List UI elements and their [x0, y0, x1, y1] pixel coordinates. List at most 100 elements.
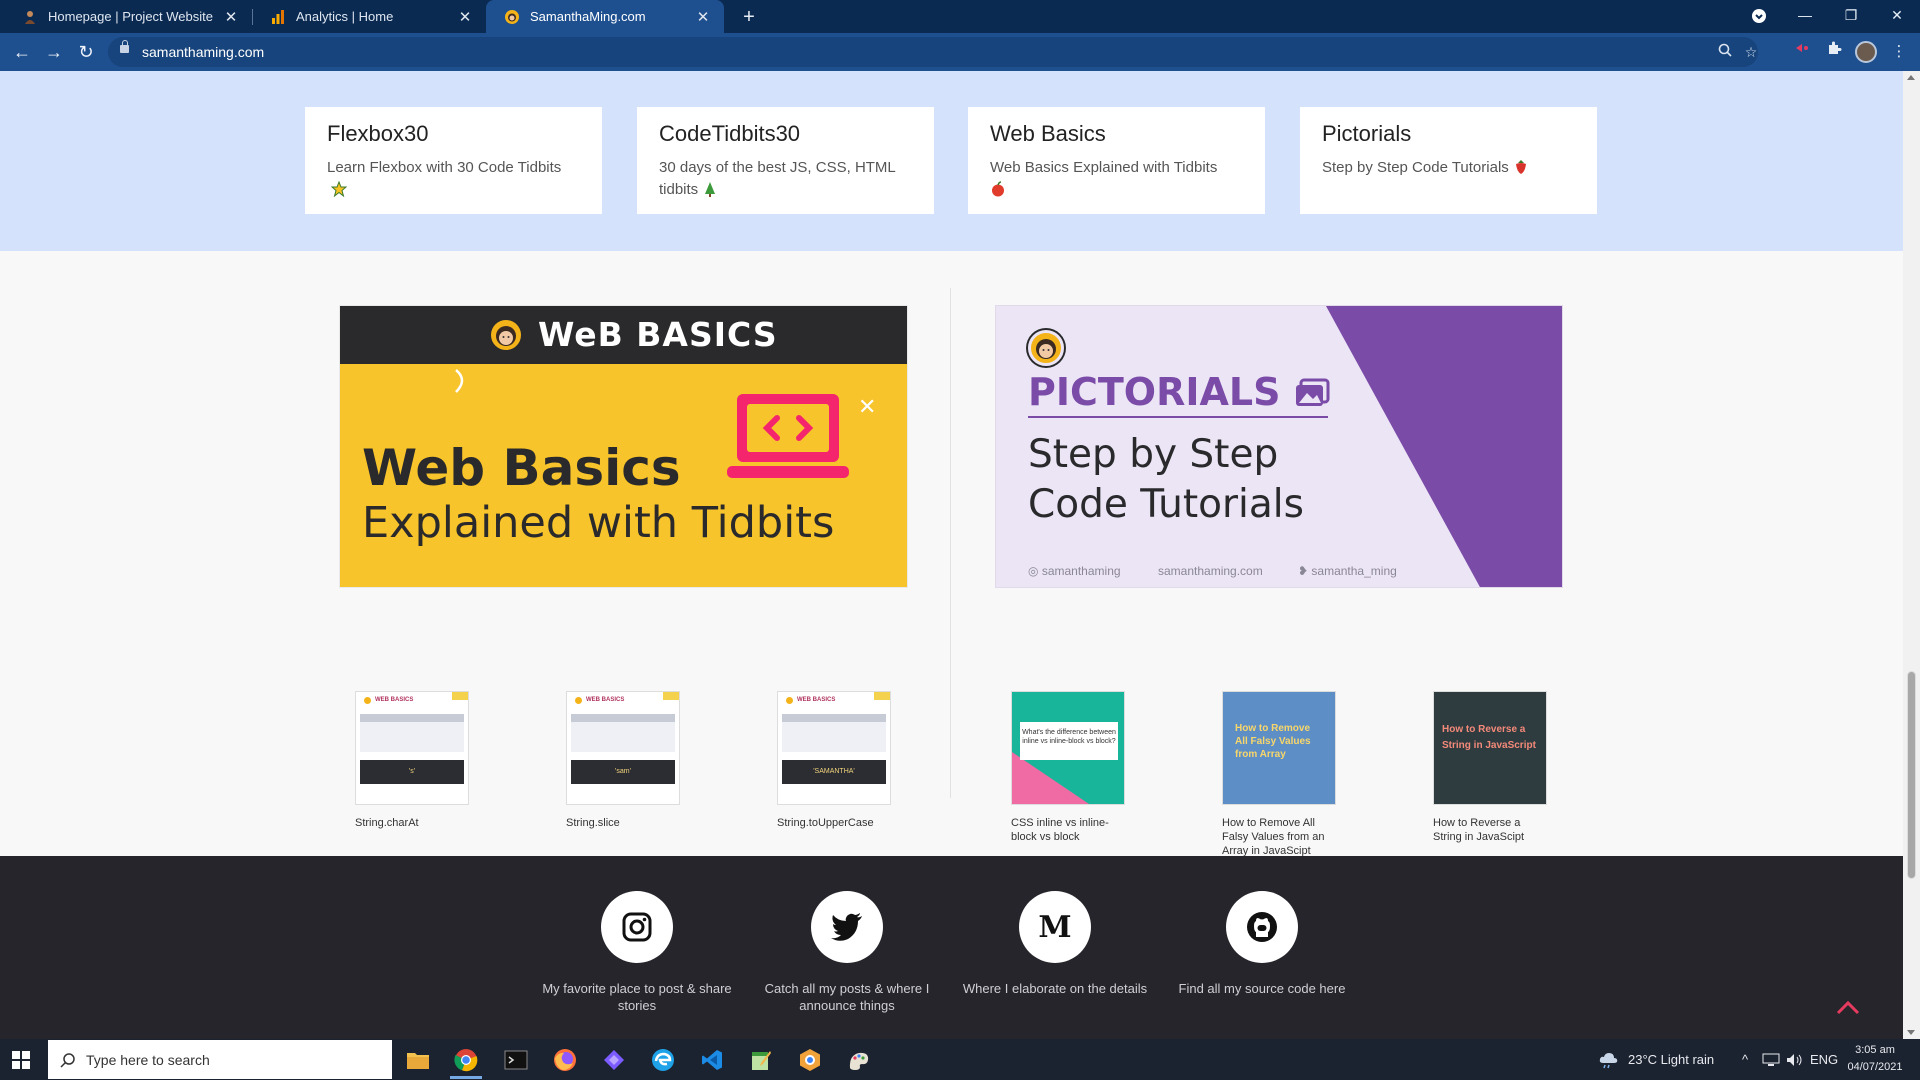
tab-homepage[interactable]: Homepage | Project Website ✕ [4, 0, 252, 33]
taskbar-clock[interactable]: 3:05 am 04/07/2021 [1840, 1042, 1910, 1076]
social-github[interactable]: Find all my source code here [1162, 891, 1362, 997]
social-caption: Find all my source code here [1178, 981, 1346, 996]
thumb-css-inline-block[interactable]: What's the difference between inline vs … [1011, 691, 1125, 805]
thumb-output: 'sam' [571, 760, 675, 784]
thumb-label[interactable]: How to Reverse a String in JavaScipt [1433, 816, 1551, 844]
thumb-code [360, 714, 464, 752]
tab-analytics[interactable]: Analytics | Home ✕ [252, 0, 486, 33]
strawberry-icon [1515, 160, 1526, 174]
section-divider [950, 288, 951, 798]
series-card-flexbox30[interactable]: Flexbox30 Learn Flexbox with 30 Code Tid… [305, 107, 602, 214]
thumb-corner [874, 692, 890, 700]
thumb-code [782, 714, 886, 752]
edge-icon[interactable] [643, 1044, 683, 1076]
thumb-reverse-string[interactable]: How to Reverse a String in JavaScript [1433, 691, 1547, 805]
thumb-label[interactable]: String.slice [566, 816, 680, 830]
rain-cloud-icon [1599, 1052, 1618, 1068]
zoom-icon[interactable] [1714, 42, 1736, 62]
back-button[interactable]: ← [8, 38, 36, 66]
search-placeholder: Type here to search [86, 1051, 210, 1068]
thumb-remove-falsy[interactable]: How to Remove All Falsy Values from Arra… [1222, 691, 1336, 805]
pictorials-sub-line1: Step by Step [1028, 432, 1279, 477]
reload-button[interactable]: ↻ [72, 38, 100, 66]
analytics-icon [270, 9, 286, 25]
firefox-icon[interactable] [545, 1044, 585, 1076]
chrome-icon[interactable] [446, 1044, 486, 1079]
series-card-codetidbits30[interactable]: CodeTidbits30 30 days of the best JS, CS… [637, 107, 934, 214]
terminal-icon[interactable] [496, 1044, 536, 1076]
bookmark-star-icon[interactable]: ☆ [1740, 42, 1762, 62]
laptop-code-icon [727, 392, 849, 497]
medium-icon[interactable]: M [1019, 891, 1091, 963]
close-icon[interactable]: ✕ [222, 8, 240, 26]
image-gallery-icon [1295, 378, 1330, 406]
network-icon[interactable] [1762, 1039, 1780, 1080]
close-icon[interactable]: ✕ [456, 8, 474, 26]
restore-button[interactable]: ❐ [1828, 0, 1874, 33]
series-title: Web Basics [990, 121, 1106, 146]
profile-dropdown-icon[interactable] [1736, 0, 1782, 33]
twitter-icon[interactable] [811, 891, 883, 963]
browser-toolbar: ← → ↻ samanthaming.com ☆ ⋮ [0, 33, 1920, 71]
taskbar-search-input[interactable]: Type here to search [48, 1040, 392, 1079]
tree-icon [705, 182, 716, 197]
volume-icon[interactable] [1786, 1039, 1804, 1080]
profile-avatar[interactable] [1855, 41, 1877, 63]
thumb-text: How to Reverse a String in JavaScript [1442, 724, 1536, 751]
instagram-icon: ◎ [1028, 564, 1039, 578]
forward-button[interactable]: → [40, 38, 68, 66]
scroll-down-arrow-icon[interactable] [1907, 1030, 1915, 1035]
web-basics-headline: Web Basics [362, 439, 681, 497]
close-window-button[interactable]: ✕ [1874, 0, 1920, 33]
vscode-icon[interactable] [692, 1044, 732, 1076]
social-instagram[interactable]: My favorite place to post & share storie… [537, 891, 737, 1014]
paint-icon[interactable] [839, 1044, 879, 1076]
tray-overflow-icon[interactable]: ^ [1742, 1039, 1748, 1080]
thumb-label[interactable]: CSS inline vs inline-block vs block [1011, 816, 1111, 844]
series-desc: Web Basics Explained with Tidbits [990, 159, 1218, 176]
menu-kebab-icon[interactable]: ⋮ [1887, 40, 1911, 64]
thumb-artwork [1012, 722, 1118, 804]
lock-icon [120, 40, 129, 53]
back-to-top-icon[interactable] [1836, 996, 1860, 1020]
series-card-pictorials[interactable]: Pictorials Step by Step Code Tutorials [1300, 107, 1597, 214]
thumb-label[interactable]: String.charAt [355, 816, 469, 830]
series-title: CodeTidbits30 [659, 121, 801, 146]
tab-title: Homepage | Project Website [48, 9, 213, 24]
windows-start-icon[interactable] [12, 1051, 30, 1069]
thumb-label[interactable]: How to Remove All Falsy Values from an A… [1222, 816, 1326, 858]
github-icon[interactable] [1226, 891, 1298, 963]
scrollbar-thumb[interactable] [1907, 671, 1916, 879]
app-hexagon-icon[interactable] [790, 1044, 830, 1076]
notepad-icon[interactable] [741, 1044, 781, 1076]
pictorials-banner[interactable]: PICTORIALS Step by Step Code Tutorials ◎… [995, 305, 1563, 588]
minimize-button[interactable]: — [1782, 0, 1828, 33]
puzzle-icon[interactable] [1822, 40, 1846, 64]
thumb-string-touppercase[interactable]: WEB BASICS 'SAMANTHA' [777, 691, 891, 805]
thumb-corner [663, 692, 679, 700]
close-icon[interactable]: ✕ [694, 8, 712, 26]
page-scrollbar[interactable] [1903, 71, 1920, 1039]
social-medium[interactable]: M Where I elaborate on the details [955, 891, 1155, 997]
web-basics-banner[interactable]: WeB BASICS ✕ Web Basics Explained with T… [339, 305, 908, 588]
thumb-label[interactable]: String.toUpperCase [777, 816, 891, 830]
web-basics-logo-text: WeB BASICS [538, 315, 778, 354]
new-tab-button[interactable]: + [736, 4, 762, 30]
address-bar[interactable]: samanthaming.com ☆ [108, 37, 1758, 67]
tab-samanthaming[interactable]: SamanthaMing.com ✕ [486, 0, 724, 33]
weather-text: 23°C Light rain [1628, 1052, 1715, 1067]
social-twitter[interactable]: Catch all my posts & where I announce th… [747, 891, 947, 1014]
series-card-web-basics[interactable]: Web Basics Web Basics Explained with Tid… [968, 107, 1265, 214]
instagram-icon[interactable] [601, 891, 673, 963]
thumb-string-slice[interactable]: WEB BASICS 'sam' [566, 691, 680, 805]
thumb-string-charat[interactable]: WEB BASICS 's' [355, 691, 469, 805]
weather-widget[interactable]: 23°C Light rain [1598, 1039, 1714, 1080]
scroll-up-arrow-icon[interactable] [1907, 75, 1915, 80]
series-desc: Learn Flexbox with 30 Code Tidbits [327, 159, 562, 176]
tab-title: SamanthaMing.com [530, 9, 646, 24]
file-explorer-icon[interactable] [398, 1044, 438, 1076]
extension-icon[interactable] [1790, 40, 1814, 64]
social-caption: My favorite place to post & share storie… [542, 981, 732, 1013]
app-diamond-icon[interactable] [594, 1044, 634, 1076]
language-indicator[interactable]: ENG [1810, 1039, 1838, 1080]
